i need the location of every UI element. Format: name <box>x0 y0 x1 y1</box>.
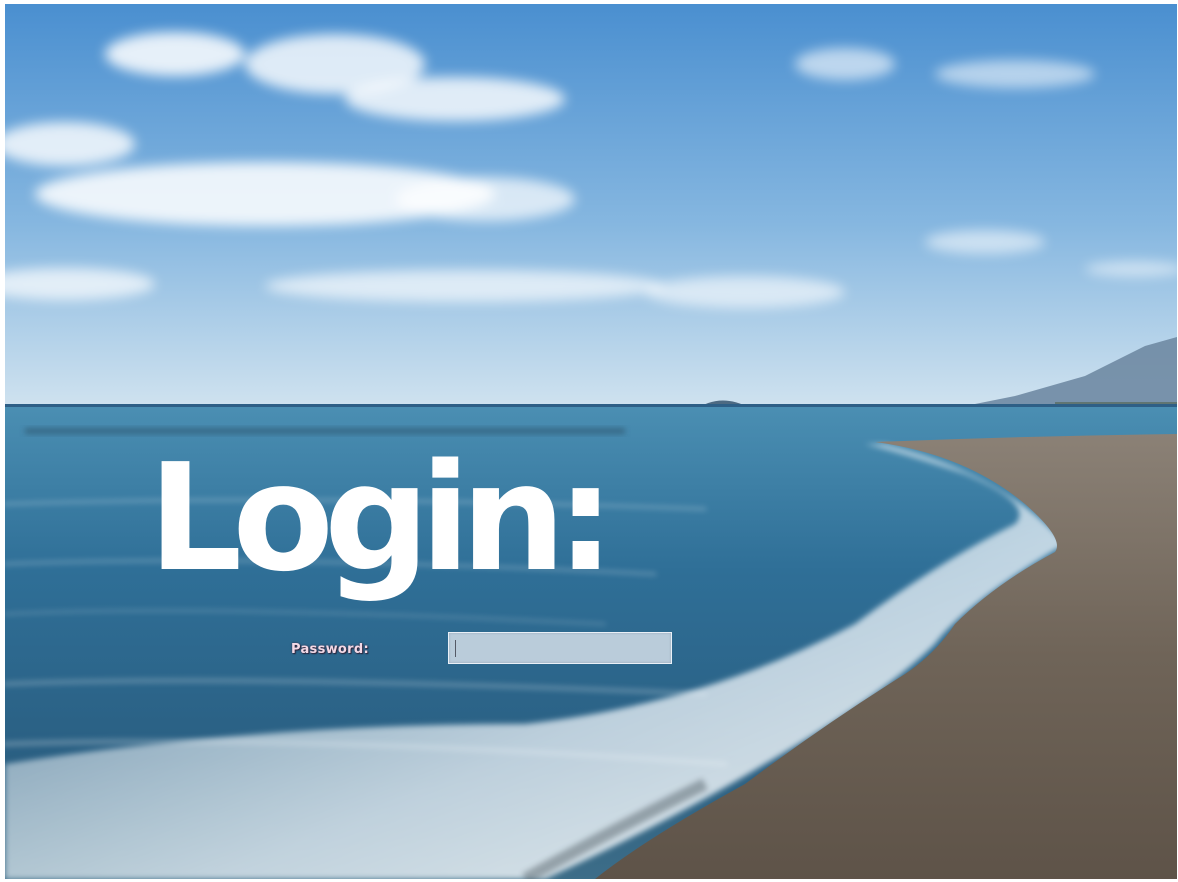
login-screen: Login: Password: <box>5 4 1177 879</box>
text-caret <box>455 640 456 657</box>
login-title: Login: <box>148 432 615 604</box>
password-input[interactable] <box>448 632 672 664</box>
password-label: Password: <box>291 642 369 657</box>
